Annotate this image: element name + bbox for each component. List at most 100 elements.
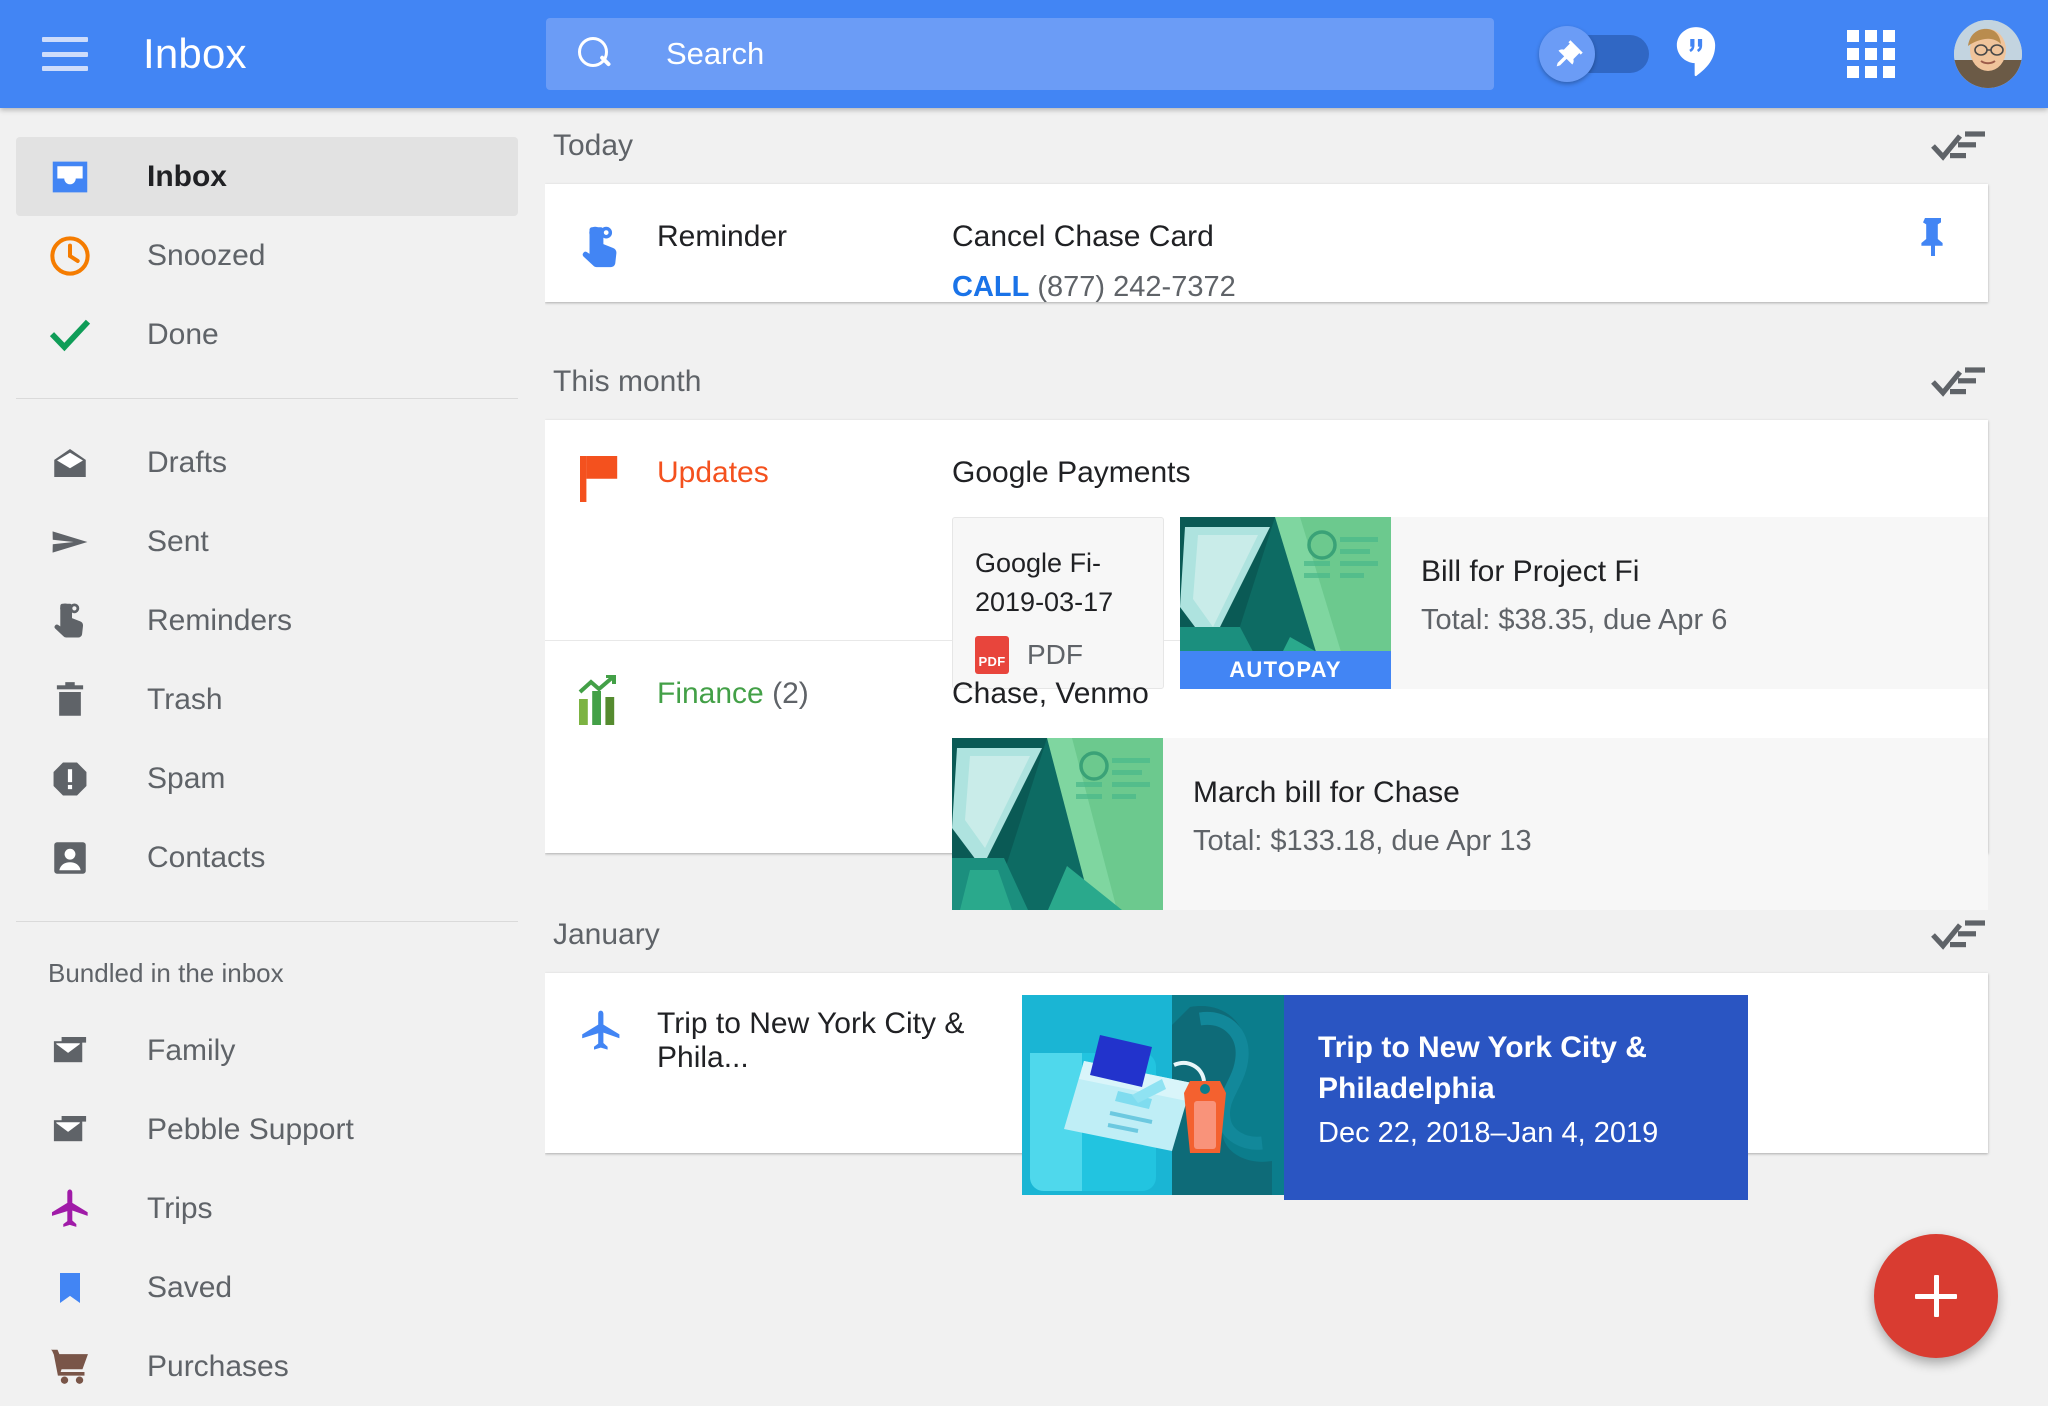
sidebar-item-pebble-support[interactable]: Pebble Support xyxy=(0,1090,545,1169)
green-finance-chart-icon xyxy=(545,641,657,853)
send-paper-plane-icon xyxy=(45,517,95,567)
reminder-card[interactable]: Reminder Cancel Chase Card CALL (877) 24… xyxy=(545,184,1988,304)
sidebar-item-spam[interactable]: Spam xyxy=(0,739,545,818)
pin-icon[interactable] xyxy=(1918,218,1948,256)
bill-text: March bill for Chase Total: $133.18, due… xyxy=(1163,738,1988,910)
draft-envelope-icon xyxy=(45,438,95,488)
reminder-title: Cancel Chase Card xyxy=(952,220,1214,253)
trip-card[interactable]: Trip to New York City & Phila... Trip to… xyxy=(545,973,1988,1200)
sweep-done-icon[interactable] xyxy=(1930,125,1988,167)
hamburger-menu-icon[interactable] xyxy=(42,37,88,71)
group-title: January xyxy=(553,918,660,951)
pin-icon xyxy=(1556,40,1583,67)
reminder-row[interactable]: Reminder Cancel Chase Card CALL (877) 24… xyxy=(545,184,1988,304)
sidebar-item-label: Inbox xyxy=(147,159,227,193)
bundle-label-text: Finance xyxy=(657,677,764,710)
sidebar-item-label: Trips xyxy=(147,1191,213,1225)
bundle-label-updates[interactable]: Updates xyxy=(657,420,952,640)
search-icon xyxy=(578,37,612,71)
sidebar-item-done[interactable]: Done xyxy=(0,295,545,374)
clock-icon xyxy=(45,231,95,281)
attachment-filename: Google Fi-2019-03-17 xyxy=(975,548,1114,618)
trip-info-panel: Trip to New York City & Philadelphia Dec… xyxy=(1284,995,1748,1200)
search-input[interactable]: Search xyxy=(546,18,1494,90)
group-title: This month xyxy=(553,365,702,398)
reminder-finger-icon xyxy=(545,184,657,304)
pin-toggle[interactable] xyxy=(1539,26,1649,82)
page-title: Inbox xyxy=(143,30,247,77)
apps-grid-icon[interactable] xyxy=(1847,30,1895,78)
airplane-icon xyxy=(45,1184,95,1234)
sidebar-item-contacts[interactable]: Contacts xyxy=(0,818,545,897)
sidebar-item-label: Family xyxy=(147,1033,236,1067)
bundle-body-finance: Chase, Venmo March bill for Chase Total:… xyxy=(952,641,1988,910)
bill-title: Bill for Project Fi xyxy=(1421,555,1640,588)
bundle-row-finance[interactable]: Finance (2) Chase, Venmo March bill for … xyxy=(545,641,1988,910)
trip-row[interactable]: Trip to New York City & Phila... Trip to… xyxy=(545,973,1988,1200)
sidebar-item-snoozed[interactable]: Snoozed xyxy=(0,216,545,295)
orange-flag-icon xyxy=(545,420,657,640)
reminder-call-line: CALL (877) 242-7372 xyxy=(952,271,1988,304)
phone-number: (877) 242-7372 xyxy=(1037,271,1236,303)
shopping-cart-icon xyxy=(45,1342,95,1392)
app-header: Inbox Search xyxy=(0,0,2048,108)
attachment-strip: March bill for Chase Total: $133.18, due… xyxy=(952,738,1988,910)
sidebar-divider-1 xyxy=(16,398,518,399)
bundle-senders: Chase, Venmo xyxy=(952,677,1149,710)
sidebar-item-sent[interactable]: Sent xyxy=(0,502,545,581)
group-header-today: Today xyxy=(545,108,2048,184)
sidebar-divider-2 xyxy=(16,921,518,922)
sidebar-item-label: Done xyxy=(147,317,219,351)
bill-title: March bill for Chase xyxy=(1193,776,1460,809)
sidebar: Inbox Snoozed Done Drafts Sent Reminders… xyxy=(0,108,545,1406)
bookmark-icon xyxy=(45,1263,95,1313)
trip-label: Trip to New York City & Phila... xyxy=(657,1007,965,1074)
group-header-this-month: This month xyxy=(545,344,2048,420)
hangouts-icon[interactable] xyxy=(1673,24,1719,80)
trip-preview[interactable]: Trip to New York City & Philadelphia Dec… xyxy=(1022,995,1988,1200)
sidebar-item-label: Saved xyxy=(147,1270,233,1304)
reminder-label: Reminder xyxy=(657,220,788,253)
search-placeholder: Search xyxy=(666,36,765,71)
compose-fab[interactable]: plus-icon xyxy=(1874,1234,1998,1358)
sidebar-item-drafts[interactable]: Drafts xyxy=(0,423,545,502)
sidebar-item-saved[interactable]: Saved xyxy=(0,1248,545,1327)
sidebar-item-label: Trash xyxy=(147,682,223,716)
avatar[interactable] xyxy=(1954,20,2022,88)
sidebar-item-label: Pebble Support xyxy=(147,1112,354,1146)
sidebar-item-label: Drafts xyxy=(147,445,228,479)
bundled-section-header: Bundled in the inbox xyxy=(48,958,284,988)
sidebar-item-label: Reminders xyxy=(147,603,293,637)
bundle-row-updates[interactable]: Updates Google Payments Google Fi-2019-0… xyxy=(545,420,1988,689)
inbox-icon xyxy=(45,152,95,202)
sidebar-item-label: Spam xyxy=(147,761,226,795)
sidebar-item-trash[interactable]: Trash xyxy=(0,660,545,739)
sidebar-item-label: Snoozed xyxy=(147,238,266,272)
bundle-label-finance[interactable]: Finance (2) xyxy=(657,641,952,853)
sidebar-item-family[interactable]: Family xyxy=(0,1011,545,1090)
trip-body: Trip to New York City & Phila... Trip to… xyxy=(657,973,1988,1200)
stacked-envelope-icon xyxy=(45,1026,95,1076)
sidebar-item-label: Sent xyxy=(147,524,209,558)
trip-dates: Dec 22, 2018–Jan 4, 2019 xyxy=(1318,1117,1659,1150)
sidebar-item-trips[interactable]: Trips xyxy=(0,1169,545,1248)
sidebar-item-reminders[interactable]: Reminders xyxy=(0,581,545,660)
checkmark-icon xyxy=(45,310,95,360)
call-link[interactable]: CALL xyxy=(952,271,1029,303)
bundles-card: Updates Google Payments Google Fi-2019-0… xyxy=(545,420,1988,910)
trip-title: Trip to New York City & Philadelphia xyxy=(1318,1031,1647,1106)
bill-illustration xyxy=(952,738,1163,910)
sidebar-item-label: Contacts xyxy=(147,840,266,874)
stacked-envelope-icon xyxy=(45,1105,95,1155)
reminder-body: Cancel Chase Card CALL (877) 242-7372 xyxy=(952,184,1988,304)
spam-exclamation-icon xyxy=(45,754,95,804)
trash-can-icon xyxy=(45,675,95,725)
sweep-done-icon[interactable] xyxy=(1930,361,1988,403)
sweep-done-icon[interactable] xyxy=(1930,914,1988,956)
airplane-icon xyxy=(545,973,657,1200)
sidebar-item-inbox[interactable]: Inbox xyxy=(16,137,518,216)
bundle-body-updates: Google Payments Google Fi-2019-03-17 PDF… xyxy=(952,420,1988,689)
bill-item-chase[interactable]: March bill for Chase Total: $133.18, due… xyxy=(952,738,1988,910)
luggage-ticket-illustration xyxy=(1022,995,1284,1200)
sidebar-item-purchases[interactable]: Purchases xyxy=(0,1327,545,1406)
